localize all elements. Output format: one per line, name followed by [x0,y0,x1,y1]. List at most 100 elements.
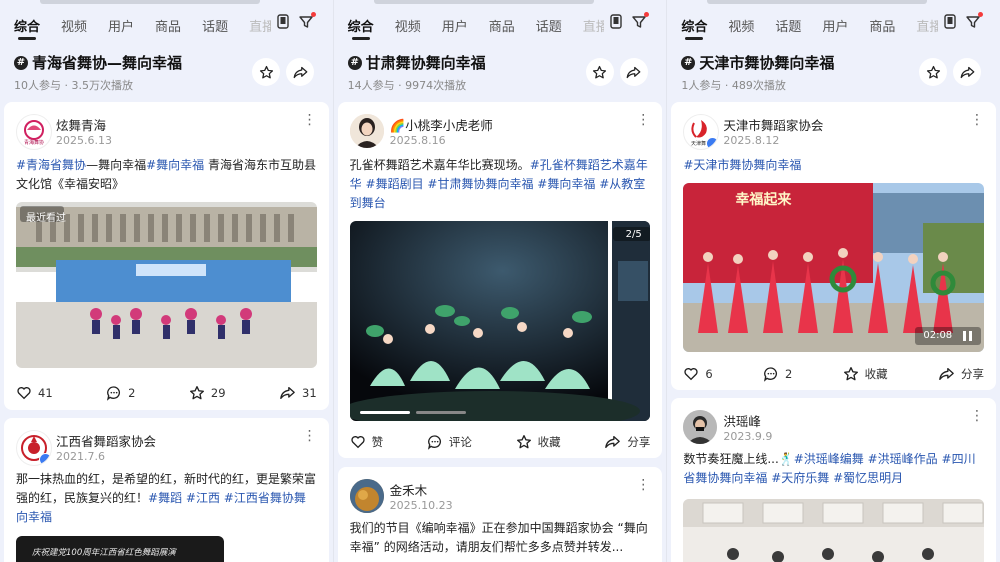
more-icon[interactable]: ⋮ [303,429,317,443]
heart-icon [684,368,698,381]
post-video[interactable]: 幸福起来 02:08 [683,183,985,352]
tab-user[interactable]: 用户 [822,16,848,35]
filter-icon[interactable] [966,12,984,33]
favorite-button[interactable]: 收藏 [516,434,561,450]
heart-icon [17,387,31,400]
comment-button[interactable]: 评论 [427,434,472,450]
more-icon[interactable]: ⋮ [636,113,650,127]
column-gansu: 综合 视频 用户 商品 话题 直播 # 甘肃舞协舞向幸福 14人参与 · 9974… [332,0,667,562]
share-icon [960,66,975,78]
tab-topic[interactable]: 话题 [536,16,562,35]
tab-topic[interactable]: 话题 [775,16,801,35]
post-card[interactable]: 青海舞协 炫舞青海 2025.6.13 ⋮ #青海省舞协—舞向幸福#舞向幸福 青… [4,102,329,410]
post-card[interactable]: 金禾木 2025.10.23 ⋮ 我们的节目《编响幸福》正在参加中国舞蹈家协会 … [337,467,663,562]
username[interactable]: 金禾木 [390,480,428,499]
phone-icon[interactable] [944,14,956,33]
post-card[interactable]: 天津舞协 天津市舞蹈家协会 2025.8.12 ⋮ #天津市舞协舞向幸福 幸福起… [671,102,997,390]
share-button[interactable]: 31 [279,385,317,401]
like-button[interactable]: 41 [16,385,53,401]
share-button[interactable]: 分享 [604,434,650,450]
post-date: 2021.7.6 [56,450,105,463]
hashtag-icon: # [14,55,28,70]
post-card[interactable]: 洪瑶峰 2023.9.9 ⋮ 数节奏狂魔上线...🕺#洪瑶峰编舞 #洪瑶峰作品 … [671,398,997,562]
post-image[interactable]: 庆祝建党100周年江西省红色舞蹈展演 [16,536,224,562]
post-date: 2025.6.13 [56,134,112,147]
comment-button[interactable]: 2 [106,385,135,401]
comment-button[interactable]: 2 [763,366,792,382]
avatar[interactable]: 天津舞协 [683,114,720,150]
post-image-gallery[interactable]: 2/5 [349,221,651,421]
username[interactable]: 洪瑶峰 [723,411,761,430]
like-button[interactable]: 赞 [350,434,383,450]
topic-title: 青海省舞协—舞向幸福 [32,54,183,72]
tab-goods[interactable]: 商品 [489,16,515,35]
top-handle [373,0,594,4]
hashtag-icon: # [681,55,696,70]
tab-comprehensive[interactable]: 综合 [348,16,374,40]
tab-user[interactable]: 用户 [108,16,134,35]
post-card[interactable]: 🌈小桃李小虎老师 2025.8.16 ⋮ 孔雀杯舞蹈艺术嘉年华比赛现场。#孔雀杯… [337,102,663,458]
tab-comprehensive[interactable]: 综合 [681,16,707,40]
tab-video[interactable]: 视频 [395,16,421,35]
tab-goods[interactable]: 商品 [869,16,895,35]
tab-tools [604,12,650,33]
notification-dot [644,12,650,17]
share-icon [605,436,621,448]
more-icon[interactable]: ⋮ [970,409,984,423]
video-thumbnail [16,202,317,368]
tab-topic[interactable]: 话题 [202,16,228,35]
tab-goods[interactable]: 商品 [155,16,181,35]
username[interactable]: 江西省舞蹈家协会 [56,431,156,450]
column-tianjin: 综合 视频 话题 用户 商品 直播 # 天津市舞协舞向幸福 1人参与 · 489次… [666,0,1000,562]
heart-icon [351,436,365,449]
hashtag-icon: # [347,55,362,70]
tab-comprehensive[interactable]: 综合 [14,16,40,40]
avatar[interactable] [349,479,384,513]
topic-title: 甘肃舞协舞向幸福 [365,54,486,72]
filter-icon[interactable] [632,12,650,33]
video-thumbnail [683,499,985,562]
star-icon [926,65,940,78]
star-icon [259,65,273,78]
image-counter: 2/5 [625,229,642,240]
share-topic-button[interactable] [286,58,314,86]
tab-video[interactable]: 视频 [728,16,754,35]
post-video[interactable]: 最近看过 [16,202,317,368]
username[interactable]: 炫舞青海 [56,115,106,134]
share-button[interactable]: 分享 [938,366,984,382]
search-tabs: 综合 视频 话题 用户 商品 直播 [681,12,990,40]
action-bar: 41 2 29 31 [16,383,317,403]
username[interactable]: 天津市舞蹈家协会 [723,115,823,134]
favorite-button[interactable]: 收藏 [843,366,888,382]
favorite-button[interactable]: 29 [189,385,226,401]
username[interactable]: 🌈小桃李小虎老师 [390,115,493,134]
post-text: #天津市舞协舞向幸福 [683,158,802,172]
post-text: #青海省舞协—舞向幸福#舞向幸福 青海省海东市互助县文化馆《幸福安昭》 [16,158,316,191]
avatar[interactable] [683,410,718,444]
post-card[interactable]: 江西省舞蹈家协会 2021.7.6 ⋮ 那一抹热血的红，是希望的红，新时代的红，… [4,418,329,562]
avatar[interactable]: 青海舞协 [16,114,52,150]
post-date: 2025.8.12 [723,134,780,147]
top-handle [707,0,928,4]
favorite-topic-button[interactable] [585,58,614,86]
like-button[interactable]: 6 [683,366,713,382]
more-icon[interactable]: ⋮ [303,113,317,127]
more-icon[interactable]: ⋮ [636,478,650,492]
more-icon[interactable]: ⋮ [970,113,984,127]
tab-user[interactable]: 用户 [442,16,468,35]
share-topic-button[interactable] [619,58,648,86]
tab-tools [938,12,984,33]
phone-icon[interactable] [610,14,623,33]
top-handle [40,0,260,4]
notification-dot [978,12,984,17]
search-tabs: 综合 视频 用户 商品 话题 直播 [348,12,657,40]
avatar[interactable] [16,430,52,466]
comment-icon [763,367,777,382]
avatar[interactable] [349,114,384,148]
phone-icon[interactable] [276,14,289,33]
tab-video[interactable]: 视频 [61,16,87,35]
favorite-topic-button[interactable] [252,58,280,86]
post-text: 孔雀杯舞蹈艺术嘉年华比赛现场。#孔雀杯舞蹈艺术嘉年华 #舞蹈剧目 #甘肃舞协舞向… [349,158,648,210]
post-video[interactable] [683,499,985,562]
filter-icon[interactable] [298,12,316,33]
